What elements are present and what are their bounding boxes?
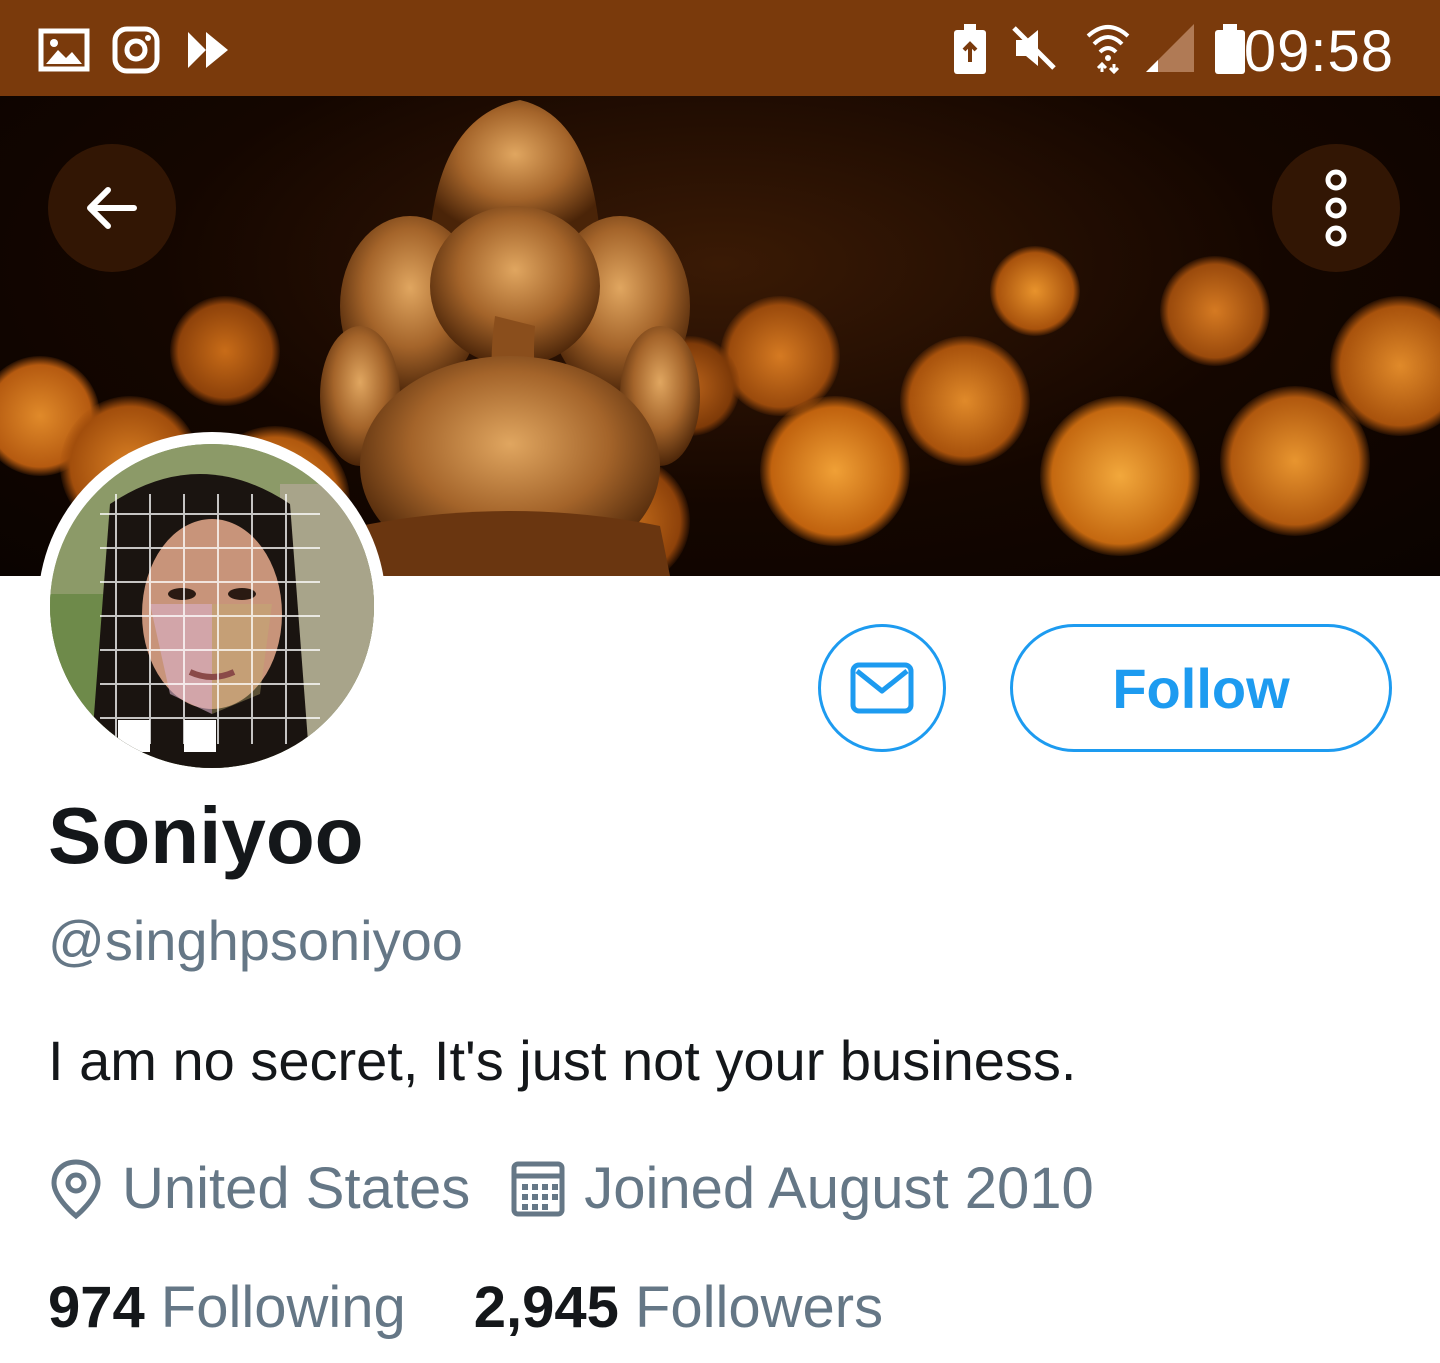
user-handle: @singhpsoniyoo [48,909,463,972]
bokeh-light [170,296,280,406]
message-button[interactable] [818,624,946,752]
instagram-icon [112,26,160,74]
followers-label[interactable]: Followers [635,1274,883,1341]
display-name: Soniyoo [48,791,364,880]
more-options-button[interactable] [1272,144,1400,272]
avatar-portrait-image [50,444,374,768]
profile-stats: 974 Following 2,945 Followers [48,1274,951,1341]
bokeh-light [900,336,1030,466]
location-pin-icon [51,1159,101,1220]
calendar-icon [511,1161,565,1217]
wifi-icon [1086,25,1130,74]
profile-location: United States [122,1155,471,1221]
status-time: 09:58 [1243,19,1394,84]
play-store-icon [188,32,228,68]
mute-icon [1012,26,1056,70]
profile-meta: United States Joined August 2010 [48,1148,1134,1228]
followers-count[interactable]: 2,945 [474,1274,619,1341]
profile-bio: I am no secret, It's just not your busin… [48,1029,1077,1092]
bokeh-light [1040,396,1200,556]
bokeh-light [760,396,910,546]
bokeh-light [1160,256,1270,366]
gallery-icon [38,28,90,72]
bokeh-light [990,246,1080,336]
battery-icon [1215,24,1245,74]
profile-avatar[interactable] [38,432,386,780]
battery-saver-icon [954,24,986,74]
avatar-photo [50,444,374,768]
more-vertical-icon [1325,169,1347,247]
back-arrow-icon [87,187,137,229]
following-label[interactable]: Following [161,1274,406,1341]
follow-button[interactable]: Follow [1010,624,1392,752]
status-bar: 09:58 [0,0,1440,96]
profile-join-date: Joined August 2010 [584,1155,1094,1221]
back-button[interactable] [48,144,176,272]
following-count[interactable]: 974 [48,1274,145,1341]
envelope-icon [850,662,914,714]
signal-icon [1146,24,1194,72]
